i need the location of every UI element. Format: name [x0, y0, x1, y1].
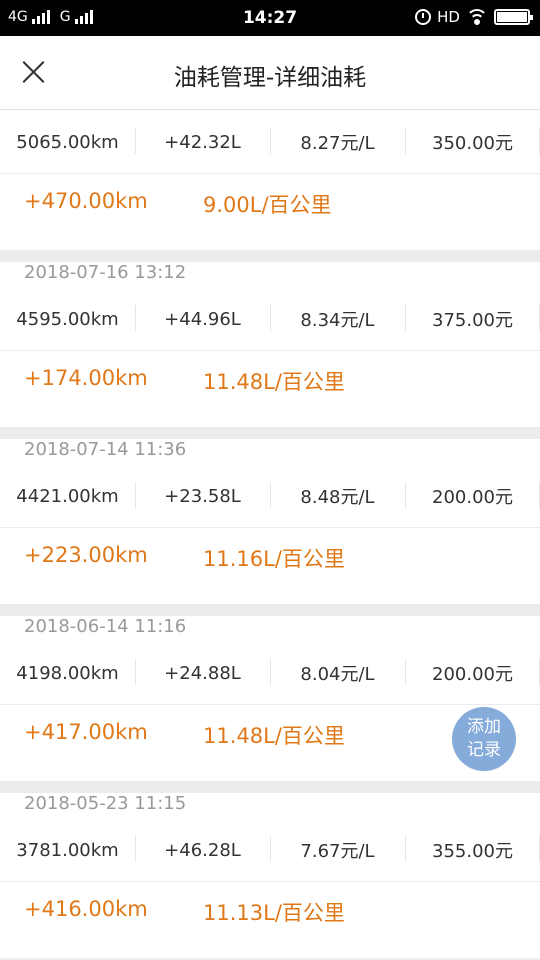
fuel-record-list[interactable]: 2018-07-16 23:275065.00km+42.32L8.27元/L3… — [0, 110, 540, 960]
record-consumption: 11.48L/百公里 — [203, 370, 345, 394]
record-cost: 350.00元 — [432, 133, 513, 154]
record-detail-row: 4421.00km +23.58L 8.48元/L 200.00元 — [0, 464, 540, 528]
record-fuel-amount: +44.96L — [164, 308, 241, 330]
hd-label: HD — [437, 8, 460, 26]
add-record-label-2: 记录 — [467, 740, 501, 760]
nav-bar: 油耗管理-详细油耗 — [0, 36, 540, 110]
record-detail-row: 3781.00km +46.28L 7.67元/L 355.00元 — [0, 818, 540, 882]
alarm-icon — [415, 9, 432, 25]
record-summary-row: +223.00km 11.16L/百公里 — [0, 529, 540, 587]
record-distance: +416.00km — [24, 897, 148, 921]
record-detail-row: 5065.00km +42.32L 8.27元/L 350.00元 — [0, 110, 540, 174]
record-odometer: 5065.00km — [16, 131, 119, 153]
record-odometer: 4595.00km — [16, 308, 119, 330]
record-odometer: 4198.00km — [16, 662, 119, 684]
record-date: 2018-07-14 11:36 — [24, 439, 187, 460]
record-distance: +223.00km — [24, 543, 148, 567]
record-consumption: 11.48L/百公里 — [203, 724, 345, 748]
fuel-record-card[interactable]: 2018-07-16 23:275065.00km+42.32L8.27元/L3… — [0, 110, 540, 250]
record-date: 2018-06-14 11:16 — [24, 616, 187, 637]
record-consumption: 11.13L/百公里 — [203, 901, 345, 925]
page-title: 油耗管理-详细油耗 — [173, 65, 367, 91]
record-fuel-price: 7.67元/L — [300, 841, 375, 862]
fuel-record-card[interactable]: 2018-07-14 11:36 4421.00km +23.58L 8.48元/L 2… — [0, 439, 540, 604]
record-date: 2018-07-16 13:12 — [24, 262, 187, 283]
add-record-button[interactable]: 添加 记录 — [452, 707, 516, 771]
record-fuel-amount: +24.88L — [164, 662, 241, 684]
record-fuel-price: 8.34元/L — [300, 310, 375, 331]
record-consumption: 9.00L/百公里 — [203, 193, 332, 217]
record-fuel-price: 8.48元/L — [300, 487, 375, 508]
record-odometer: 4421.00km — [16, 485, 119, 507]
status-bar: 4G G 14:27 HD — [0, 0, 540, 36]
status-icons: HD — [415, 8, 533, 26]
record-cost: 200.00元 — [432, 664, 513, 685]
record-odometer: 3781.00km — [16, 839, 119, 861]
record-detail-row: 4198.00km +24.88L 8.04元/L 200.00元 — [0, 641, 540, 705]
record-fuel-price: 8.27元/L — [300, 133, 375, 154]
record-cost: 200.00元 — [432, 487, 513, 508]
record-distance: +174.00km — [24, 366, 148, 390]
record-fuel-amount: +23.58L — [164, 485, 241, 507]
record-cost: 375.00元 — [432, 310, 513, 331]
add-record-label-1: 添加 — [467, 717, 501, 737]
record-summary-row: +416.00km 11.13L/百公里 — [0, 883, 540, 941]
record-summary-row: +470.00km 9.00L/百公里 — [0, 175, 540, 233]
record-cost: 355.00元 — [432, 841, 513, 862]
record-distance: +470.00km — [24, 189, 148, 213]
record-date: 2018-05-23 11:15 — [24, 793, 187, 814]
record-fuel-price: 8.04元/L — [300, 664, 375, 685]
record-summary-row: +174.00km 11.48L/百公里 — [0, 352, 540, 410]
wifi-icon — [466, 9, 488, 25]
fuel-record-card[interactable]: 2018-05-23 11:15 3781.00km +46.28L 7.67元/L 3… — [0, 793, 540, 958]
record-fuel-amount: +42.32L — [164, 131, 241, 153]
battery-icon — [494, 9, 533, 25]
fuel-record-card[interactable]: 2018-07-16 13:12 4595.00km +44.96L 8.34元/L 3… — [0, 262, 540, 427]
record-consumption: 11.16L/百公里 — [203, 547, 345, 571]
record-fuel-amount: +46.28L — [164, 839, 241, 861]
record-distance: +417.00km — [24, 720, 148, 744]
record-detail-row: 4595.00km +44.96L 8.34元/L 375.00元 — [0, 287, 540, 351]
